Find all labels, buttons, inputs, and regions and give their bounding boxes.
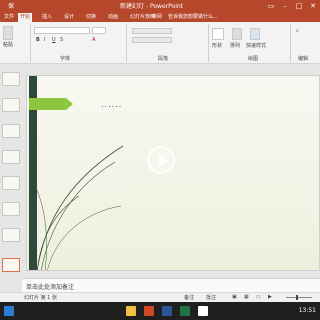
bold-button[interactable]: B: [36, 37, 40, 43]
status-bar: 幻灯片 第 1 张 备注 批注 ▣ ▦ ▭ ▶: [0, 292, 320, 302]
quick-styles-button[interactable]: [250, 28, 260, 40]
font-name-select[interactable]: [34, 27, 90, 34]
divider: [208, 24, 209, 62]
tab-transitions[interactable]: 切换: [84, 13, 98, 22]
slide-thumbnail[interactable]: [2, 72, 20, 86]
quick-styles-label: 快速样式: [246, 43, 267, 49]
slide-decorative-lines: [35, 145, 124, 270]
close-button[interactable]: ✕: [306, 0, 320, 12]
alignment-buttons[interactable]: [132, 37, 172, 43]
reading-view-icon[interactable]: ▭: [256, 294, 261, 300]
slide-sorter-view-icon[interactable]: ▦: [244, 294, 249, 300]
notes-toggle-button[interactable]: 备注: [184, 294, 194, 301]
slide-canvas[interactable]: ......: [26, 75, 320, 271]
slide-thumbnail-current[interactable]: [2, 258, 20, 272]
browser-taskbar-icon[interactable]: [198, 306, 208, 316]
slide-thumbnail[interactable]: [2, 202, 20, 216]
quick-access-save-button[interactable]: 保: [8, 1, 14, 10]
paste-button[interactable]: [3, 26, 13, 40]
comments-toggle-button[interactable]: 批注: [206, 294, 216, 301]
slide-thumbnail[interactable]: [2, 176, 20, 190]
ribbon-tabs: 文件 开始 插入 设计 切换 动画 幻灯片放映 审阅 视图 告诉我您想要做什么.…: [0, 12, 320, 22]
tab-design[interactable]: 设计: [62, 13, 76, 22]
slide-green-arrow-tag: [29, 98, 73, 110]
editing-group-label: 编辑: [298, 56, 309, 62]
slideshow-view-icon[interactable]: ▶: [268, 294, 272, 300]
underline-button[interactable]: U: [52, 37, 56, 43]
font-color-button[interactable]: A: [92, 37, 95, 43]
shadow-button[interactable]: S: [60, 37, 63, 43]
zoom-slider[interactable]: [286, 297, 312, 298]
excel-taskbar-icon[interactable]: [180, 306, 190, 316]
ribbon: 粘贴 B I U S A 字体 段落 形状 排列 快速样式 绘图 ⌕ 编辑: [0, 22, 320, 64]
tab-file[interactable]: 文件: [2, 13, 16, 22]
tab-animations[interactable]: 动画: [106, 13, 120, 22]
slide-dotted-text: ......: [101, 100, 123, 109]
bullets-buttons[interactable]: [132, 28, 172, 34]
arrange-label: 排列: [230, 43, 241, 49]
drawing-group-label: 绘图: [248, 56, 259, 62]
taskbar-clock[interactable]: 13:51: [299, 307, 316, 314]
divider: [126, 24, 127, 62]
tab-home[interactable]: 开始: [18, 13, 33, 22]
powerpoint-taskbar-icon[interactable]: [144, 306, 154, 316]
title-bar: 保 新建幻灯 - PowerPoint ▭ – □ ✕: [0, 0, 320, 12]
powerpoint-window: 保 新建幻灯 - PowerPoint ▭ – □ ✕ 文件 开始 插入 设计 …: [0, 0, 320, 320]
normal-view-icon[interactable]: ▣: [232, 294, 237, 300]
tab-insert[interactable]: 插入: [40, 13, 54, 22]
notes-placeholder: 单击此处添加备注: [26, 284, 75, 291]
italic-button[interactable]: I: [44, 37, 45, 43]
window-title: 新建幻灯 - PowerPoint: [120, 3, 184, 10]
paragraph-group-label: 段落: [158, 56, 169, 62]
font-size-select[interactable]: [92, 27, 106, 34]
maximize-button[interactable]: □: [292, 0, 306, 12]
slide-thumbnail[interactable]: [2, 150, 20, 164]
slide-thumbnail[interactable]: [2, 228, 20, 242]
slide-info: 幻灯片 第 1 张: [24, 295, 57, 301]
start-icon[interactable]: [4, 306, 14, 316]
slide-thumbnail[interactable]: [2, 124, 20, 138]
ribbon-display-options-icon[interactable]: ▭: [264, 0, 278, 12]
slide-thumbnails-pane: [0, 64, 22, 294]
shape-label: 形状: [212, 43, 223, 49]
arrange-button[interactable]: [232, 28, 242, 40]
windows-taskbar: 13:51: [0, 302, 320, 320]
video-play-icon[interactable]: [147, 146, 175, 174]
divider: [290, 24, 291, 62]
paste-label: 粘贴: [3, 42, 14, 48]
minimize-button[interactable]: –: [278, 0, 292, 12]
zoom-slider-knob[interactable]: [296, 295, 298, 300]
notes-pane[interactable]: 单击此处添加备注: [22, 278, 320, 292]
shapes-gallery-button[interactable]: [212, 28, 224, 40]
file-explorer-icon[interactable]: [126, 306, 136, 316]
tab-review[interactable]: 审阅: [150, 13, 164, 22]
word-taskbar-icon[interactable]: [162, 306, 172, 316]
font-group-label: 字体: [60, 56, 71, 62]
find-button[interactable]: ⌕: [296, 28, 299, 34]
tell-me-search[interactable]: 告诉我您想要做什么...: [168, 13, 218, 22]
slide-thumbnail[interactable]: [2, 98, 20, 112]
divider: [30, 24, 31, 62]
